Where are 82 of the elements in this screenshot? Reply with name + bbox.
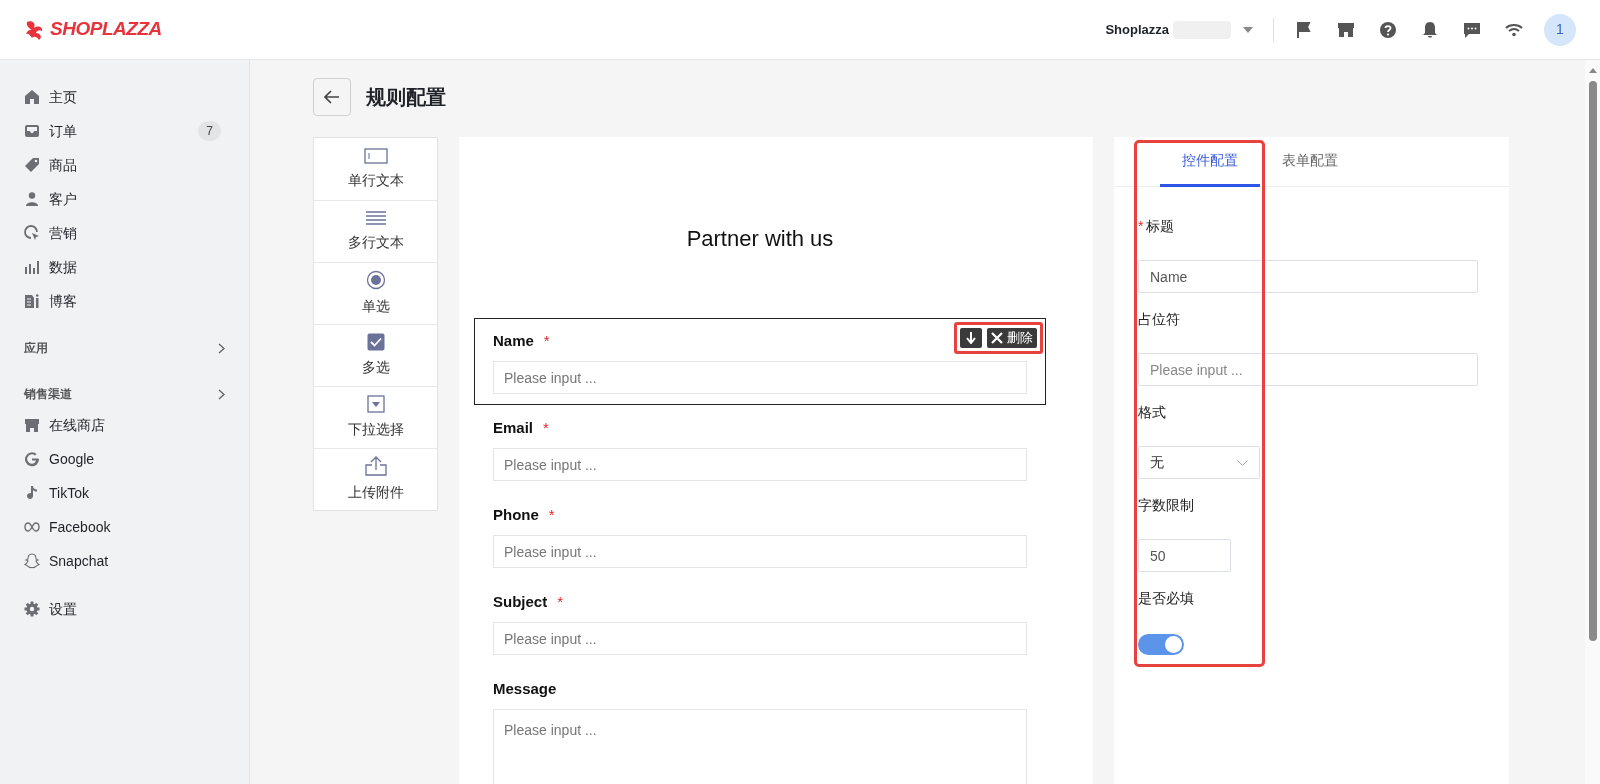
chevron-down-icon: [1237, 459, 1248, 466]
text-input[interactable]: Please input ...: [493, 535, 1027, 568]
sidebar-item[interactable]: Facebook: [24, 510, 225, 544]
scrollbar[interactable]: [1585, 60, 1600, 784]
field-label: Phone: [493, 504, 539, 525]
checkbox-icon: [366, 333, 385, 351]
text-input[interactable]: Please input ...: [493, 622, 1027, 655]
tab[interactable]: 控件配置: [1160, 137, 1260, 187]
field-label: 标题: [1146, 216, 1175, 236]
inbox-icon: [24, 123, 40, 139]
message-textarea[interactable]: Please input ...: [493, 709, 1027, 784]
chevron-right-icon: [218, 342, 225, 354]
required-toggle[interactable]: [1138, 634, 1184, 655]
home-icon: [24, 89, 40, 105]
required-asterisk: *: [548, 504, 555, 525]
caret-icon[interactable]: [1243, 26, 1253, 33]
store-name[interactable]: Shoplazza: [1105, 19, 1169, 40]
blog-icon: [24, 293, 40, 309]
field-label: 字数限制: [1138, 495, 1194, 515]
field-label: 格式: [1138, 402, 1166, 422]
bar-chart-icon: [24, 259, 40, 275]
settings-icon: [24, 601, 40, 617]
field-label: Name: [493, 330, 534, 351]
sidebar-item[interactable]: 营销: [24, 216, 225, 250]
tab[interactable]: 表单配置: [1260, 137, 1360, 187]
scroll-up-icon[interactable]: [1588, 68, 1597, 73]
page-title: 规则配置: [366, 85, 446, 110]
format-select[interactable]: 无: [1138, 446, 1260, 479]
arrow-down-icon: [966, 332, 976, 344]
title-input[interactable]: Name: [1138, 260, 1478, 293]
sidebar-item[interactable]: 主页: [24, 80, 225, 114]
sidebar-item[interactable]: 博客: [24, 284, 225, 318]
section-header[interactable]: 应用: [24, 334, 225, 362]
required-asterisk: *: [1138, 216, 1144, 236]
section-header[interactable]: 销售渠道: [24, 380, 225, 408]
selected-field-block[interactable]: Name * Please input ... 删除: [474, 318, 1046, 405]
music-note-icon: [24, 485, 40, 501]
count-badge: 7: [198, 121, 221, 141]
sidebar-item[interactable]: 商品: [24, 148, 225, 182]
field-label: 是否必填: [1138, 588, 1194, 608]
field-label: Email: [493, 417, 534, 438]
required-asterisk: *: [557, 591, 564, 612]
delete-button[interactable]: 删除: [987, 328, 1037, 348]
placeholder-input[interactable]: Please input ...: [1138, 353, 1478, 386]
limit-input[interactable]: 50: [1138, 539, 1231, 572]
move-down-button[interactable]: [960, 328, 982, 348]
ghost-icon: [24, 553, 40, 569]
person-icon: [24, 191, 40, 207]
form-title: Partner with us: [685, 225, 835, 253]
sidebar-item[interactable]: 数据: [24, 250, 225, 284]
sidebar-item[interactable]: 订单 7: [24, 114, 225, 148]
text-field-icon: [363, 147, 388, 164]
target-cursor-icon: [24, 225, 40, 241]
close-icon: [991, 332, 1003, 344]
google-icon: [24, 451, 40, 467]
infinity-icon: [24, 519, 40, 535]
sidebar-item[interactable]: 客户: [24, 182, 225, 216]
chevron-right-icon: [218, 388, 225, 400]
dropdown-icon: [366, 395, 385, 413]
sidebar-item[interactable]: 在线商店: [24, 408, 225, 442]
required-asterisk: *: [543, 330, 550, 351]
help-icon[interactable]: [1378, 19, 1398, 40]
sidebar-item[interactable]: Google: [24, 442, 225, 476]
sidebar-item[interactable]: 设置: [24, 592, 225, 626]
field-label: Subject: [493, 591, 548, 612]
field-label: 占位符: [1138, 309, 1180, 329]
field-label: Message: [493, 678, 557, 699]
required-asterisk: *: [543, 417, 549, 438]
brand-logo: SHOPLAZZA: [50, 17, 162, 42]
store-icon: [24, 417, 40, 433]
scrollbar-thumb[interactable]: [1588, 81, 1597, 641]
radio-icon: [365, 270, 386, 290]
sidebar-item[interactable]: Snapchat: [24, 544, 225, 578]
text-input[interactable]: Please input ...: [493, 361, 1027, 394]
upload-icon: [363, 456, 388, 476]
text-input[interactable]: Please input ...: [493, 448, 1027, 481]
back-button[interactable]: [313, 78, 351, 116]
lines-icon: [364, 210, 387, 226]
sidebar-item[interactable]: TikTok: [24, 476, 225, 510]
back-arrow-icon: [324, 90, 340, 104]
avatar[interactable]: 1: [1544, 13, 1576, 46]
tag-icon: [24, 157, 40, 173]
